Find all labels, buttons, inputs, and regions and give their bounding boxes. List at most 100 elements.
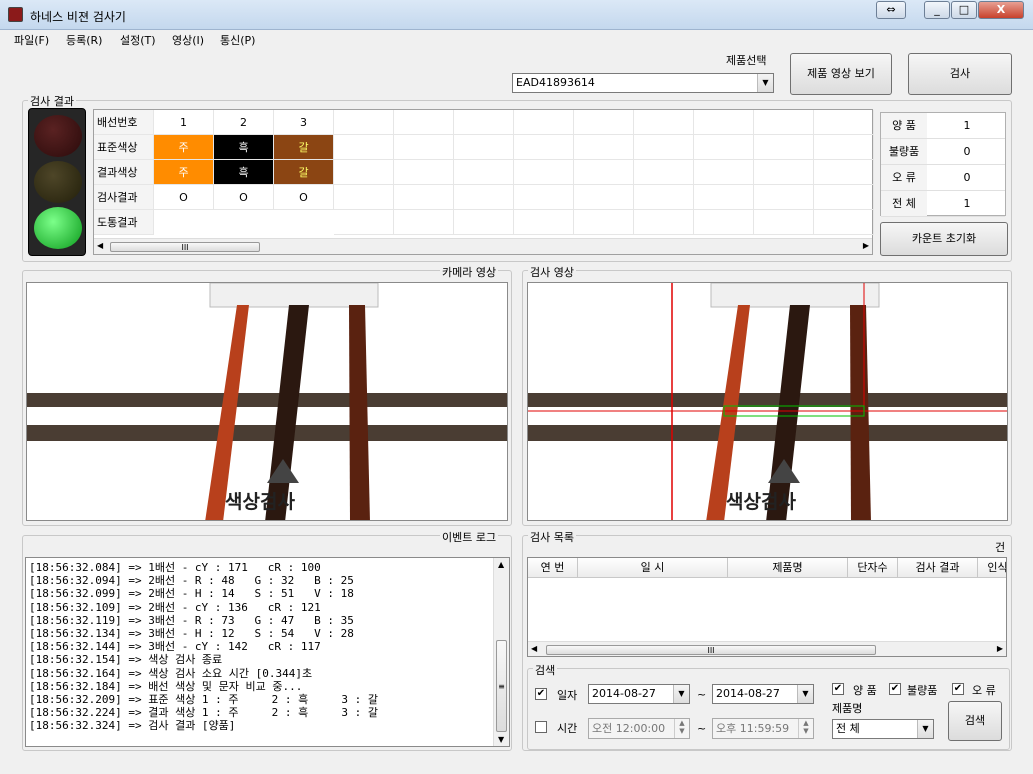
- log-scroll-thumb[interactable]: ≡: [496, 640, 507, 732]
- menu-register[interactable]: 등록(R): [66, 32, 102, 48]
- grid-cell-res: 흑: [214, 160, 274, 185]
- grid-cell-empty: [694, 135, 754, 160]
- spinner-icon[interactable]: ▲ ▼: [674, 719, 689, 738]
- list-header[interactable]: 단자수: [848, 558, 898, 578]
- grid-cell-no: 2: [214, 110, 274, 135]
- inspect-button[interactable]: 검사: [908, 53, 1012, 95]
- log-line: [18:56:32.094] => 2배선 - R : 48 G : 32 B …: [29, 574, 354, 588]
- scroll-thumb[interactable]: III: [110, 242, 260, 252]
- grid-cell-empty: [754, 135, 814, 160]
- scroll-up-icon[interactable]: ▲: [498, 560, 504, 569]
- list-header[interactable]: 검사 결과: [898, 558, 978, 578]
- grid-cell-empty: [814, 110, 874, 135]
- scroll-down-icon[interactable]: ▼: [498, 735, 504, 744]
- restore-icon[interactable]: ⇔: [876, 1, 906, 19]
- log-line: [18:56:32.224] => 결과 색상 1 : 주 2 : 흑 3 : …: [29, 706, 378, 720]
- time-label: 시간: [557, 722, 578, 735]
- grid-cell-check: O: [154, 185, 214, 210]
- grid-cell-empty: [514, 110, 574, 135]
- time-to-input[interactable]: 오후 11:59:59 ▲ ▼: [712, 718, 814, 739]
- list-scroll-thumb[interactable]: III: [546, 645, 876, 655]
- maximize-button[interactable]: □: [951, 1, 977, 19]
- error-checkbox[interactable]: ✔: [952, 683, 964, 695]
- product-select-value: EAD41893614: [516, 76, 595, 89]
- list-header[interactable]: 제품명: [728, 558, 848, 578]
- log-scrollbar[interactable]: ▲ ≡ ▼: [493, 558, 509, 746]
- inspect-image: 색상검사: [527, 282, 1008, 521]
- log-line: [18:56:32.324] => 검사 결과 [양품]: [29, 719, 236, 733]
- grid-cell-empty: [394, 210, 454, 235]
- log-line: [18:56:32.134] => 3배선 - H : 12 S : 54 V …: [29, 627, 354, 640]
- chevron-down-icon: ▼: [797, 685, 813, 703]
- list-header[interactable]: 일 시: [578, 558, 728, 578]
- close-button[interactable]: X: [978, 1, 1024, 19]
- grid-cell-empty: [694, 160, 754, 185]
- camera-label: 카메라 영상: [440, 264, 499, 280]
- grid-cell-no: 3: [274, 110, 334, 135]
- time-checkbox[interactable]: [535, 721, 547, 733]
- count-label: 오 류: [881, 165, 927, 190]
- grid-cell-empty: [454, 160, 514, 185]
- traffic-light: [28, 108, 86, 256]
- minimize-button[interactable]: _: [924, 1, 950, 19]
- date-from-value: 2014-08-27: [592, 687, 656, 700]
- grid-cell-empty: [454, 185, 514, 210]
- grid-cell-empty: [694, 210, 754, 235]
- good-checkbox[interactable]: ✔: [832, 683, 844, 695]
- time-from-input[interactable]: 오전 12:00:00 ▲ ▼: [588, 718, 690, 739]
- log-line: [18:56:32.099] => 2배선 - H : 14 S : 51 V …: [29, 587, 354, 601]
- grid-cell-empty: [634, 110, 694, 135]
- log-line: [18:56:32.184] => 배선 색상 및 문자 비교 중...: [29, 679, 303, 693]
- scroll-right-icon[interactable]: ▶: [863, 241, 869, 250]
- date-checkbox[interactable]: ✔: [535, 688, 547, 700]
- grid-cell-empty: [814, 210, 874, 235]
- menu-file[interactable]: 파일(F): [14, 32, 49, 48]
- spinner-icon[interactable]: ▲ ▼: [798, 719, 813, 738]
- grid-cell-empty: [754, 210, 814, 235]
- grid-cell-empty: [514, 185, 574, 210]
- log-line: [18:56:32.109] => 2배선 - cY : 136 cR : 12…: [29, 600, 321, 614]
- log-line: [18:56:32.154] => 색상 검사 종료: [29, 653, 223, 667]
- result-grid-scrollbar[interactable]: ◀ III ▶: [94, 238, 872, 254]
- grid-cell-empty: [814, 160, 874, 185]
- count-value: 1: [963, 197, 971, 210]
- view-product-image-button[interactable]: 제품 영상 보기: [790, 53, 892, 95]
- menu-settings[interactable]: 설정(T): [120, 32, 156, 48]
- grid-cell-empty: [574, 185, 634, 210]
- grid-cell-empty: [514, 135, 574, 160]
- count-row: 오 류 0: [881, 165, 1005, 191]
- row-header: 결과색상: [94, 160, 154, 185]
- list-scrollbar[interactable]: ◀ III ▶: [528, 641, 1006, 656]
- grid-cell-res: 갈: [274, 160, 334, 185]
- search-product-select[interactable]: 전 체 ▼: [832, 719, 934, 739]
- date-from-picker[interactable]: 2014-08-27 ▼: [588, 684, 690, 704]
- event-log[interactable]: [18:56:32.084] => 1배선 - cY : 171 cR : 10…: [25, 557, 510, 747]
- grid-cell-empty: [814, 185, 874, 210]
- app-icon: [8, 7, 23, 22]
- scroll-left-icon[interactable]: ◀: [97, 241, 103, 250]
- bad-checkbox[interactable]: ✔: [889, 683, 901, 695]
- grid-cell-empty: [574, 110, 634, 135]
- list-header[interactable]: 연 번: [528, 558, 578, 578]
- log-line: [18:56:32.119] => 3배선 - R : 73 G : 47 B …: [29, 613, 354, 627]
- inspection-list[interactable]: 연 번 일 시 제품명 단자수 검사 결과 인식 ◀ III ▶: [527, 557, 1007, 657]
- row-header: 배선번호: [94, 110, 154, 135]
- product-select[interactable]: EAD41893614 ▼: [512, 73, 774, 93]
- list-header[interactable]: 인식: [978, 558, 1006, 578]
- good-label: 양 품: [853, 684, 877, 697]
- grid-cell-empty: [814, 135, 874, 160]
- product-select-label: 제품선택: [726, 54, 767, 67]
- menu-image[interactable]: 영상(I): [172, 32, 204, 48]
- row-header: 표준색상: [94, 135, 154, 160]
- grid-cell-empty: [634, 135, 694, 160]
- grid-cell-empty: [754, 110, 814, 135]
- scroll-left-icon[interactable]: ◀: [531, 644, 537, 653]
- grid-cell-empty: [334, 110, 394, 135]
- menu-bar: 파일(F) 등록(R) 설정(T) 영상(I) 통신(P): [0, 30, 1033, 48]
- scroll-right-icon[interactable]: ▶: [997, 644, 1003, 653]
- search-button[interactable]: 검색: [948, 701, 1002, 741]
- menu-comm[interactable]: 통신(P): [220, 32, 255, 48]
- date-to-picker[interactable]: 2014-08-27 ▼: [712, 684, 814, 704]
- grid-cell-empty: [754, 160, 814, 185]
- reset-count-button[interactable]: 카운트 초기화: [880, 222, 1008, 256]
